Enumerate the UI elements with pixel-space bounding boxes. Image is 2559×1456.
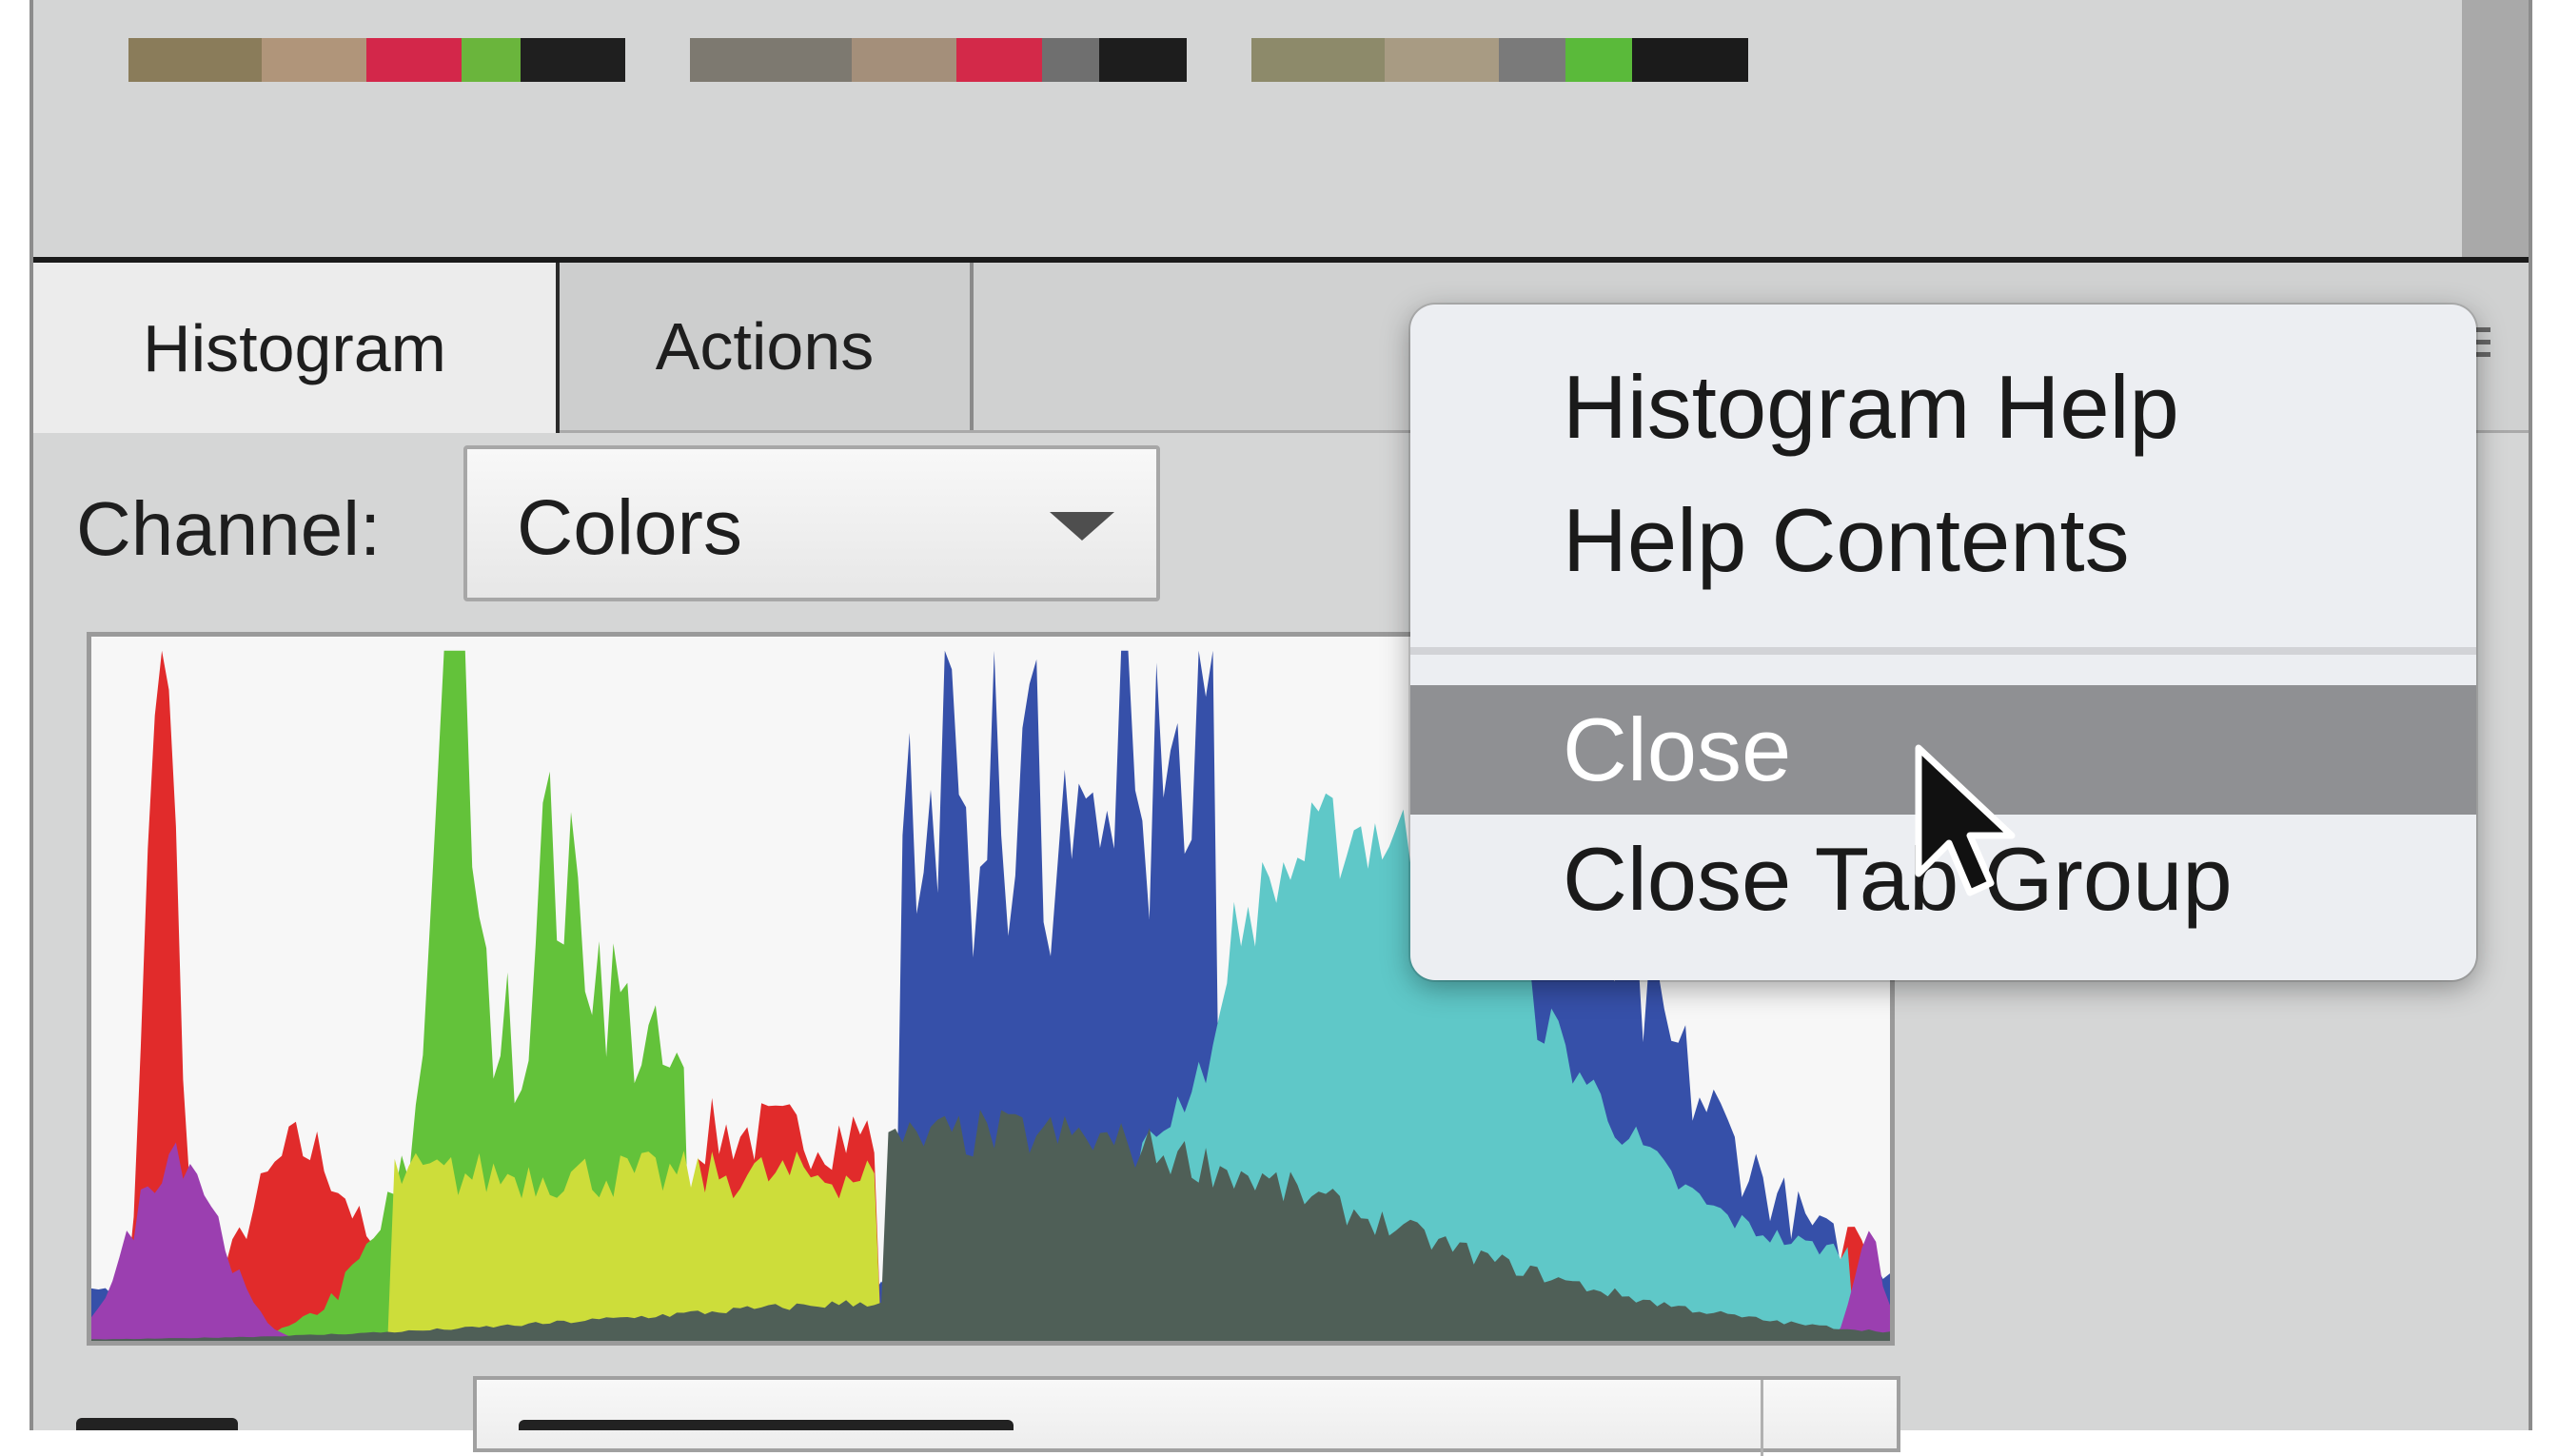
menu-separator xyxy=(1410,647,2476,655)
mouse-cursor-icon xyxy=(1915,744,2016,896)
bin-scrollbar[interactable] xyxy=(2462,0,2529,257)
photo-thumbnail[interactable] xyxy=(128,38,625,82)
source-label xyxy=(76,1418,238,1430)
channel-value: Colors xyxy=(517,484,742,571)
source-dropdown[interactable] xyxy=(473,1376,1900,1456)
channel-dropdown[interactable]: Colors xyxy=(463,445,1160,601)
photo-thumbnail[interactable] xyxy=(1251,38,1748,82)
channel-label: Channel: xyxy=(76,486,382,571)
menu-item-histogram-help[interactable]: Histogram Help xyxy=(1410,343,2476,472)
dropdown-arrow-icon xyxy=(1050,512,1114,541)
tab-actions[interactable]: Actions xyxy=(560,263,974,430)
source-value xyxy=(519,1420,1014,1430)
tab-histogram[interactable]: Histogram xyxy=(33,263,560,433)
photo-bin xyxy=(33,0,2529,263)
photo-thumbnail[interactable] xyxy=(690,38,1187,82)
menu-item-help-contents[interactable]: Help Contents xyxy=(1410,476,2476,605)
